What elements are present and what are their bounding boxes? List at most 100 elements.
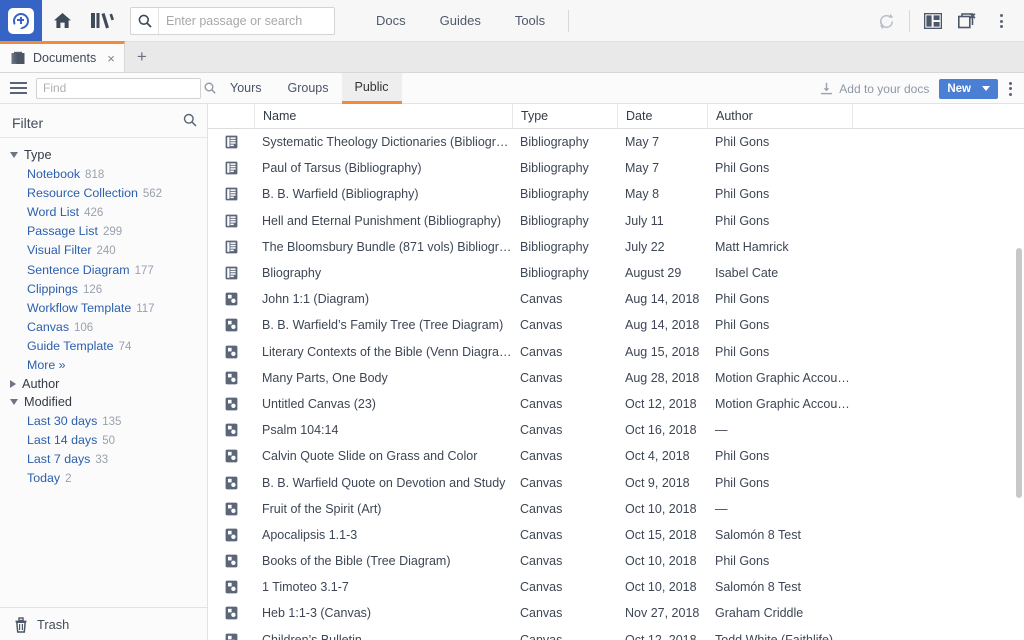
row-type-icon-cell — [208, 371, 254, 385]
table-scrollbar[interactable] — [1016, 134, 1022, 639]
column-header-date[interactable]: Date — [617, 104, 707, 129]
facet-passage-list[interactable]: Passage List 299 — [0, 222, 207, 241]
facet-label: Clippings — [27, 281, 78, 296]
row-name: John 1:1 (Diagram) — [262, 292, 369, 307]
facet-resource-collection[interactable]: Resource Collection 562 — [0, 183, 207, 202]
table-row[interactable]: Books of the Bible (Tree Diagram) Canvas… — [208, 548, 1024, 574]
menu-docs[interactable]: Docs — [359, 0, 423, 42]
row-date: July 22 — [625, 239, 665, 254]
table-row[interactable]: Psalm 104:14 Canvas Oct 16, 2018 — — [208, 417, 1024, 443]
row-type: Canvas — [520, 606, 563, 621]
facet-group-type[interactable]: Type — [0, 146, 207, 164]
facet-last-7-days[interactable]: Last 7 days 33 — [0, 449, 207, 468]
table-row[interactable]: Paul of Tarsus (Bibliography) Bibliograp… — [208, 155, 1024, 181]
facet-last-30-days[interactable]: Last 30 days 135 — [0, 411, 207, 430]
search-icon — [131, 7, 159, 34]
layout-panels-button[interactable] — [916, 0, 950, 42]
row-name: Systematic Theology Dictionaries (Biblio… — [262, 135, 509, 150]
facet-workflow-template[interactable]: Workflow Template 117 — [0, 298, 207, 317]
row-author: Phil Gons — [715, 161, 770, 176]
trash-button[interactable]: Trash — [0, 607, 207, 640]
canvas-icon — [225, 580, 237, 594]
menu-tools[interactable]: Tools — [498, 0, 562, 42]
tab-yours[interactable]: Yours — [217, 73, 275, 104]
facet-label: Passage List — [27, 224, 98, 239]
table-row[interactable]: Hell and Eternal Punishment (Bibliograph… — [208, 208, 1024, 234]
panel-menu-button[interactable] — [0, 73, 36, 104]
home-button[interactable] — [42, 0, 82, 42]
row-date: Aug 14, 2018 — [625, 292, 700, 307]
table-row[interactable]: B. B. Warfield’s Family Tree (Tree Diagr… — [208, 312, 1024, 338]
table-row[interactable]: Fruit of the Spirit (Art) Canvas Oct 10,… — [208, 496, 1024, 522]
row-type-icon-cell — [208, 397, 254, 411]
top-overflow-menu-button[interactable] — [984, 0, 1018, 42]
row-type: Bibliography — [520, 239, 589, 254]
table-row[interactable]: Children’s Bulletin Canvas Oct 12, 2018 … — [208, 627, 1024, 640]
new-button[interactable]: New — [939, 78, 998, 99]
row-date: Nov 27, 2018 — [625, 606, 700, 621]
table-row[interactable]: John 1:1 (Diagram) Canvas Aug 14, 2018 P… — [208, 286, 1024, 312]
table-row[interactable]: Many Parts, One Body Canvas Aug 28, 2018… — [208, 365, 1024, 391]
column-header-label: Type — [521, 109, 549, 123]
tab-documents[interactable]: Documents × — [0, 41, 125, 72]
facet-label: Canvas — [27, 320, 70, 335]
tab-groups[interactable]: Groups — [275, 73, 342, 104]
tab-public[interactable]: Public — [341, 72, 402, 104]
global-search[interactable]: GO — [130, 6, 335, 35]
table-row[interactable]: Systematic Theology Dictionaries (Biblio… — [208, 129, 1024, 155]
app-logo[interactable] — [0, 0, 42, 42]
row-author: Phil Gons — [715, 292, 770, 307]
row-name: Books of the Bible (Tree Diagram) — [262, 554, 451, 569]
column-header-name[interactable]: Name — [254, 104, 512, 129]
new-tab-button[interactable]: + — [125, 41, 159, 72]
facet-today[interactable]: Today 2 — [0, 469, 207, 488]
facet-clippings[interactable]: Clippings 126 — [0, 279, 207, 298]
facet-canvas[interactable]: Canvas 106 — [0, 318, 207, 337]
facet-more-link[interactable]: More » — [0, 356, 207, 375]
table-row[interactable]: Untitled Canvas (23) Canvas Oct 12, 2018… — [208, 391, 1024, 417]
table-row[interactable]: B. B. Warfield Quote on Devotion and Stu… — [208, 469, 1024, 495]
row-name: Calvin Quote Slide on Grass and Color — [262, 449, 478, 464]
facet-group-author[interactable]: Author — [0, 375, 207, 393]
row-type: Canvas — [520, 370, 563, 385]
table-row[interactable]: Apocalipsis 1.1-3 Canvas Oct 15, 2018 Sa… — [208, 522, 1024, 548]
menu-guides[interactable]: Guides — [423, 0, 498, 42]
bibliography-icon — [225, 266, 237, 280]
detach-window-button[interactable] — [950, 0, 984, 42]
facet-count: 562 — [142, 187, 163, 200]
table-row[interactable]: 1 Timoteo 3.1-7 Canvas Oct 10, 2018 Salo… — [208, 574, 1024, 600]
facet-word-list[interactable]: Word List 426 — [0, 202, 207, 221]
facet-visual-filter[interactable]: Visual Filter 240 — [0, 241, 207, 260]
scrollbar-thumb[interactable] — [1016, 248, 1022, 498]
facet-group-modified[interactable]: Modified — [0, 393, 207, 411]
facet-sentence-diagram[interactable]: Sentence Diagram 177 — [0, 260, 207, 279]
table-row[interactable]: Heb 1:1-3 (Canvas) Canvas Nov 27, 2018 G… — [208, 600, 1024, 626]
tab-close-button[interactable]: × — [107, 52, 115, 65]
find-input[interactable] — [37, 78, 204, 98]
row-author: Phil Gons — [715, 475, 770, 490]
facet-last-14-days[interactable]: Last 14 days 50 — [0, 430, 207, 449]
table-row[interactable]: Bliography Bibliography August 29 Isabel… — [208, 260, 1024, 286]
add-to-your-docs-label: Add to your docs — [839, 81, 930, 96]
search-go-button[interactable]: GO — [334, 8, 335, 34]
column-header-author[interactable]: Author — [707, 104, 852, 129]
toolbar-overflow-menu-button[interactable] — [1000, 73, 1020, 104]
row-date: Oct 15, 2018 — [625, 527, 697, 542]
row-date: Oct 12, 2018 — [625, 396, 697, 411]
table-row[interactable]: Calvin Quote Slide on Grass and Color Ca… — [208, 443, 1024, 469]
filter-search-button[interactable] — [183, 113, 197, 132]
bibliography-icon — [225, 240, 237, 254]
column-header-type[interactable]: Type — [512, 104, 617, 129]
facet-count: 240 — [96, 245, 116, 258]
table-row[interactable]: The Bloomsbury Bundle (871 vols) Bibliog… — [208, 234, 1024, 260]
search-input[interactable] — [159, 7, 334, 34]
find-field[interactable] — [36, 77, 216, 99]
library-button[interactable] — [82, 0, 122, 42]
facet-guide-template[interactable]: Guide Template 74 — [0, 337, 207, 356]
facet-notebook[interactable]: Notebook 818 — [0, 164, 207, 183]
sync-button[interactable] — [869, 0, 903, 42]
add-to-your-docs-button[interactable]: Add to your docs — [812, 82, 937, 96]
table-row[interactable]: B. B. Warfield (Bibliography) Bibliograp… — [208, 181, 1024, 207]
row-name: 1 Timoteo 3.1-7 — [262, 580, 349, 595]
table-row[interactable]: Literary Contexts of the Bible (Venn Dia… — [208, 339, 1024, 365]
